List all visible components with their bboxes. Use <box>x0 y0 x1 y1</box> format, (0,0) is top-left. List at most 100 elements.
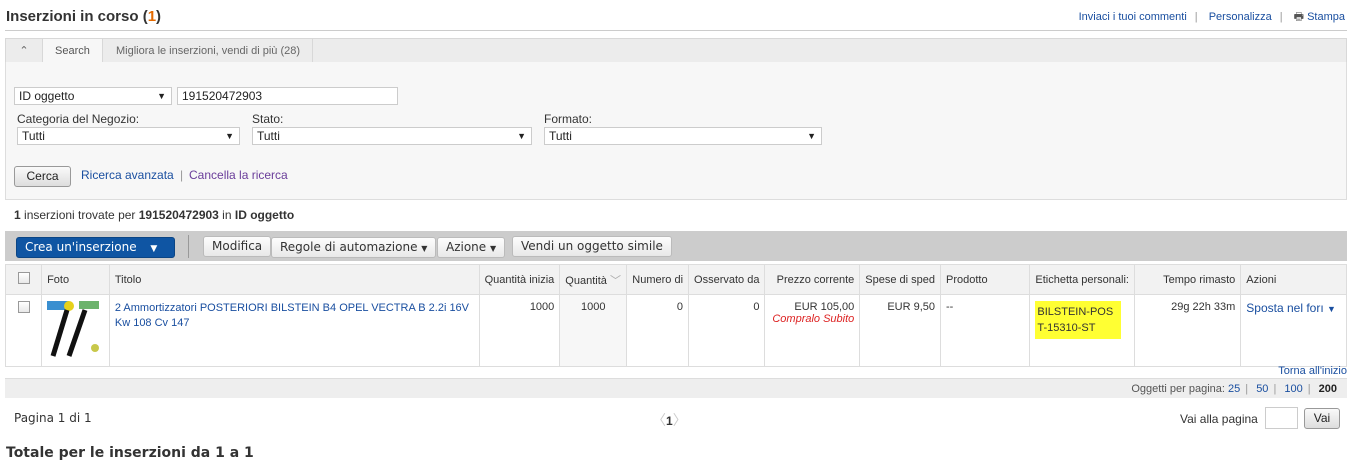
dropdown-arrow-icon: ▼ <box>807 131 816 141</box>
goto-page-input[interactable] <box>1265 407 1298 429</box>
watchers: 0 <box>688 294 766 367</box>
col-initial-qty[interactable]: Quantità inizia <box>478 264 561 295</box>
goto-label: Vai alla pagina <box>1180 412 1258 426</box>
format-select[interactable]: Tutti ▼ <box>544 127 822 145</box>
search-button[interactable]: Cerca <box>14 166 71 187</box>
dropdown-arrow-icon: ▼ <box>150 244 158 254</box>
toolbar: Crea un'inserzione ▼ Modifica Regole di … <box>5 231 1347 261</box>
tab-search[interactable]: Search <box>43 39 103 64</box>
select-value: Tutti <box>257 129 280 143</box>
page-info: Pagina 1 di 1 <box>14 411 92 425</box>
table-row: 2 Ammortizzatori POSTERIORI BILSTEIN B4 … <box>4 294 1347 367</box>
button-label: Crea un'inserzione <box>25 240 137 254</box>
button-label: Regole di automazione <box>280 240 418 254</box>
category-select[interactable]: Tutti ▼ <box>17 127 240 145</box>
col-custom-label[interactable]: Etichetta personali: <box>1029 264 1135 295</box>
search-input[interactable]: 191520472903 <box>177 87 398 105</box>
prev-page-icon[interactable]: 〈 <box>652 412 666 428</box>
title-text: Inserzioni in corso <box>6 8 139 25</box>
clear-search-link[interactable]: Cancella la ricerca <box>189 168 288 182</box>
shock-absorber-image <box>47 301 100 357</box>
create-listing-button[interactable]: Crea un'inserzione ▼ <box>16 237 175 258</box>
edit-button[interactable]: Modifica <box>203 236 272 257</box>
button-label: Azione <box>446 240 487 254</box>
per-page-bar: Oggetti per pagina: 25 | 50 | 100 | 200 <box>5 378 1347 398</box>
collapse-chevron-icon[interactable]: ⌃ <box>6 39 43 64</box>
product: -- <box>940 294 1031 367</box>
per-page-label: Oggetti per pagina: <box>1131 383 1225 395</box>
qty: 1000 <box>559 294 628 367</box>
separator: | <box>180 168 184 182</box>
top-links: Inviaci i tuoi commenti | Personalizza | 🖶… <box>1078 11 1345 23</box>
row-checkbox[interactable] <box>17 301 30 313</box>
dropdown-arrow-icon: ▼ <box>157 91 166 101</box>
feedback-link[interactable]: Inviaci i tuoi commenti <box>1079 11 1187 23</box>
col-actions: Azioni <box>1240 264 1347 295</box>
totals-heading: Totale per le inserzioni da 1 a 1 <box>6 445 254 461</box>
divider <box>5 30 1347 31</box>
action-button[interactable]: Azione ▼ <box>437 237 506 258</box>
col-price[interactable]: Prezzo corrente <box>764 264 861 295</box>
print-link[interactable]: Stampa <box>1307 11 1345 23</box>
format-label: Formato: <box>544 112 593 126</box>
per-page-25[interactable]: 25 <box>1228 383 1240 395</box>
select-value: Tutti <box>22 129 45 143</box>
col-shipping[interactable]: Spese di sped <box>859 264 942 295</box>
col-qty[interactable]: Quantità ﹀ <box>559 264 628 295</box>
dropdown-arrow-icon: ▼ <box>225 131 234 141</box>
bids: 0 <box>626 294 690 367</box>
go-button[interactable]: Vai <box>1304 408 1340 429</box>
action-label: Sposta nel forı <box>1246 301 1324 315</box>
result-count: 1 <box>14 208 21 222</box>
price: EUR 105,00 <box>794 301 855 313</box>
shipping: EUR 9,50 <box>859 294 942 367</box>
col-label: Quantità <box>565 274 607 287</box>
search-field-select[interactable]: ID oggetto ▼ <box>14 87 172 105</box>
page-title: Inserzioni in corso (1) <box>6 8 162 25</box>
summary-field: ID oggetto <box>234 208 295 222</box>
col-bids[interactable]: Numero di <box>626 264 690 295</box>
sort-chevron-icon: ﹀ <box>609 274 621 287</box>
dropdown-arrow-icon: ▼ <box>421 244 428 253</box>
back-to-top-link[interactable]: Torna all'inizio <box>1278 365 1347 377</box>
item-photo[interactable] <box>41 294 110 367</box>
next-page-icon[interactable]: 〉 <box>673 412 687 428</box>
summary-text: inserzioni trovate per <box>20 208 139 222</box>
pagination: 〈1〉 <box>652 410 687 430</box>
automation-rules-button[interactable]: Regole di automazione ▼ <box>271 237 437 258</box>
per-page-50[interactable]: 50 <box>1256 383 1268 395</box>
summary-text: in <box>218 208 235 222</box>
per-page-100[interactable]: 100 <box>1284 383 1302 395</box>
per-page-200[interactable]: 200 <box>1319 383 1337 395</box>
buy-it-now-badge: Compralo Subito <box>772 313 855 325</box>
col-time-left[interactable]: Tempo rimasto <box>1133 264 1242 295</box>
customize-link[interactable]: Personalizza <box>1209 11 1272 23</box>
dropdown-arrow-icon: ▼ <box>490 244 497 253</box>
status-label: Stato: <box>252 112 284 126</box>
status-select[interactable]: Tutti ▼ <box>252 127 532 145</box>
select-value: Tutti <box>549 129 572 143</box>
advanced-search-link[interactable]: Ricerca avanzata <box>81 168 174 182</box>
sell-similar-button[interactable]: Vendi un oggetto simile <box>512 236 672 257</box>
col-photo[interactable]: Foto <box>41 264 110 295</box>
category-label: Categoria del Negozio: <box>17 112 140 126</box>
results-summary: 1 inserzioni trovate per 191520472903 in… <box>14 208 294 222</box>
current-page[interactable]: 1 <box>666 414 673 428</box>
tab-bar: ⌃ Search Migliora le inserzioni, vendi d… <box>5 38 1347 64</box>
tab-improve-listings[interactable]: Migliora le inserzioni, vendi di più (28… <box>104 39 314 64</box>
listings-table: Foto Titolo Quantità inizia Quantità ﹀ N… <box>4 264 1347 367</box>
col-watchers[interactable]: Osservato da <box>688 264 766 295</box>
col-title[interactable]: Titolo <box>108 264 480 295</box>
select-value: ID oggetto <box>19 89 75 103</box>
select-all-checkbox[interactable] <box>17 272 30 284</box>
header-row: Foto Titolo Quantità inizia Quantità ﹀ N… <box>4 264 1347 295</box>
listing-count: 1 <box>147 8 157 25</box>
time-left: 29g 22h 33m <box>1133 294 1242 367</box>
divider <box>188 235 189 258</box>
row-action-dropdown[interactable]: Sposta nel forı ▼ <box>1246 301 1336 315</box>
col-product[interactable]: Prodotto <box>940 264 1031 295</box>
dropdown-arrow-icon: ▼ <box>517 131 526 141</box>
printer-icon: 🖶 <box>1293 11 1305 23</box>
item-title-link[interactable]: 2 Ammortizzatori POSTERIORI BILSTEIN B4 … <box>115 302 469 329</box>
summary-query: 191520472903 <box>138 208 219 222</box>
